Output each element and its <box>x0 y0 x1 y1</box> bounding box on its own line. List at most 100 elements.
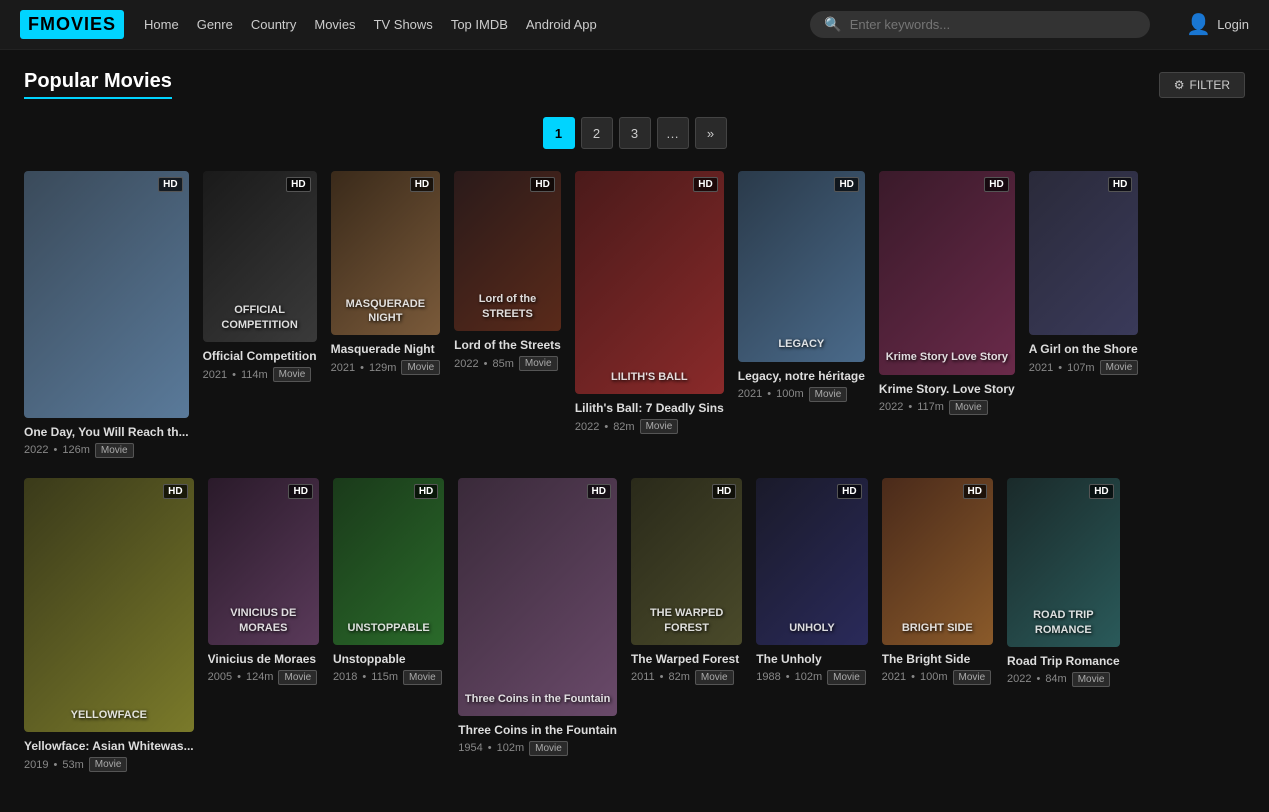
movie-title: Road Trip Romance <box>1007 654 1120 668</box>
movie-card[interactable]: HD UNSTOPPABLE Unstoppable 2018 • 115m M… <box>333 478 444 772</box>
movie-dot: • <box>484 358 488 370</box>
movie-duration: 117m <box>917 401 944 413</box>
movie-card[interactable]: HD MASQUERADE NIGHT Masquerade Night 202… <box>331 171 441 458</box>
movie-title: One Day, You Will Reach th... <box>24 425 189 439</box>
movie-card[interactable]: HD Three Coins in the Fountain Three Coi… <box>458 478 617 772</box>
search-bar[interactable]: 🔍 <box>810 11 1150 38</box>
movie-poster: HD THE WARPED FOREST <box>631 478 742 645</box>
movie-card[interactable]: HD Krime Story Love Story Krime Story. L… <box>879 171 1015 458</box>
login-area[interactable]: 👤 Login <box>1186 12 1249 37</box>
movie-card[interactable]: HD UNHOLY The Unholy 1988 • 102m Movie <box>756 478 867 772</box>
poster-text: Lord of the STREETS <box>454 292 561 321</box>
nav-topidb[interactable]: Top IMDB <box>451 17 508 32</box>
search-input[interactable] <box>850 17 1137 32</box>
page-btn-dots[interactable]: … <box>657 117 689 149</box>
movie-card[interactable]: HD ROAD TRIP ROMANCE Road Trip Romance 2… <box>1007 478 1120 772</box>
movie-card[interactable]: HD LILITH'S BALL Lilith's Ball: 7 Deadly… <box>575 171 724 458</box>
nav-movies[interactable]: Movies <box>314 17 355 32</box>
movie-meta: 2022 • 117m Movie <box>879 400 1015 415</box>
movie-card[interactable]: HD Lord of the STREETS Lord of the Stree… <box>454 171 561 458</box>
poster-text: Three Coins in the Fountain <box>458 692 617 706</box>
movie-title: Masquerade Night <box>331 342 441 356</box>
movie-title: Vinicius de Moraes <box>208 652 319 666</box>
movie-dot: • <box>53 444 57 456</box>
movie-card[interactable]: HD THE WARPED FOREST The Warped Forest 2… <box>631 478 742 772</box>
page-title: Popular Movies <box>24 70 172 99</box>
movie-duration: 102m <box>497 742 525 754</box>
movie-tag: Movie <box>403 670 442 685</box>
movie-poster: HD OFFICIAL COMPETITION <box>203 171 317 342</box>
movie-duration: 85m <box>493 358 514 370</box>
movie-meta: 1954 • 102m Movie <box>458 741 617 756</box>
movie-tag: Movie <box>640 419 679 434</box>
movie-dot: • <box>786 671 790 683</box>
movie-poster: HD LILITH'S BALL <box>575 171 724 394</box>
movie-meta: 2022 • 85m Movie <box>454 356 561 371</box>
movie-title: Krime Story. Love Story <box>879 382 1015 396</box>
movie-year: 2022 <box>454 358 478 370</box>
movie-meta: 2021 • 100m Movie <box>738 387 865 402</box>
hd-badge: HD <box>288 484 312 499</box>
movie-title: The Warped Forest <box>631 652 742 666</box>
movie-meta: 2011 • 82m Movie <box>631 670 742 685</box>
movie-card[interactable]: HD OFFICIAL COMPETITION Official Competi… <box>203 171 317 458</box>
logo[interactable]: FMOVIES <box>20 10 124 39</box>
movie-card[interactable]: HD One Day, You Will Reach th... 2022 • … <box>24 171 189 458</box>
movie-title: Lilith's Ball: 7 Deadly Sins <box>575 401 724 415</box>
filter-button[interactable]: ⚙ FILTER <box>1159 72 1245 98</box>
movie-year: 2021 <box>1029 362 1053 374</box>
movie-meta: 2022 • 82m Movie <box>575 419 724 434</box>
movie-poster: HD LEGACY <box>738 171 865 362</box>
nav-genre[interactable]: Genre <box>197 17 233 32</box>
movie-tag: Movie <box>519 356 558 371</box>
page-btn-next[interactable]: » <box>695 117 727 149</box>
nav-home[interactable]: Home <box>144 17 179 32</box>
login-label[interactable]: Login <box>1217 17 1249 32</box>
movie-dot: • <box>237 671 241 683</box>
nav-links: Home Genre Country Movies TV Shows Top I… <box>144 17 597 32</box>
poster-text: OFFICIAL COMPETITION <box>203 303 317 332</box>
movie-dot: • <box>604 421 608 433</box>
movie-tag: Movie <box>953 670 992 685</box>
movie-meta: 2005 • 124m Movie <box>208 670 319 685</box>
movie-meta: 2022 • 126m Movie <box>24 443 189 458</box>
page-btn-1[interactable]: 1 <box>543 117 575 149</box>
movie-duration: 115m <box>371 671 398 683</box>
poster-text: LILITH'S BALL <box>575 370 724 384</box>
movie-card[interactable]: HD A Girl on the Shore 2021 • 107m Movie <box>1029 171 1139 458</box>
movie-poster: HD ROAD TRIP ROMANCE <box>1007 478 1120 647</box>
movie-card[interactable]: HD YELLOWFACE Yellowface: Asian Whitewas… <box>24 478 194 772</box>
nav-android[interactable]: Android App <box>526 17 597 32</box>
movie-card[interactable]: HD BRIGHT SIDE The Bright Side 2021 • 10… <box>882 478 993 772</box>
poster-text: UNHOLY <box>756 621 867 635</box>
movie-poster: HD VINICIUS DE MORAES <box>208 478 319 645</box>
nav-country[interactable]: Country <box>251 17 297 32</box>
movie-card[interactable]: HD LEGACY Legacy, notre héritage 2021 • … <box>738 171 865 458</box>
movie-dot: • <box>488 742 492 754</box>
movie-meta: 2021 • 114m Movie <box>203 367 317 382</box>
poster-text: BRIGHT SIDE <box>882 621 993 635</box>
movie-poster: HD Krime Story Love Story <box>879 171 1015 375</box>
filter-label: FILTER <box>1190 78 1230 92</box>
hd-badge: HD <box>837 484 861 499</box>
header-row: Popular Movies ⚙ FILTER <box>24 70 1245 99</box>
movie-duration: 129m <box>369 362 397 374</box>
movie-duration: 82m <box>668 671 689 683</box>
movie-dot: • <box>660 671 664 683</box>
poster-text: UNSTOPPABLE <box>333 621 444 635</box>
movie-year: 2022 <box>24 444 48 456</box>
hd-badge: HD <box>834 177 858 192</box>
movie-poster: HD MASQUERADE NIGHT <box>331 171 441 335</box>
nav-tvshows[interactable]: TV Shows <box>374 17 433 32</box>
movie-meta: 2021 • 129m Movie <box>331 360 441 375</box>
hd-badge: HD <box>158 177 182 192</box>
movie-card[interactable]: HD VINICIUS DE MORAES Vinicius de Moraes… <box>208 478 319 772</box>
movie-poster: HD <box>1029 171 1139 335</box>
movie-tag: Movie <box>809 387 848 402</box>
movie-year: 2022 <box>575 421 599 433</box>
movie-meta: 2019 • 53m Movie <box>24 757 194 772</box>
page-btn-3[interactable]: 3 <box>619 117 651 149</box>
movie-year: 1988 <box>756 671 780 683</box>
page-btn-2[interactable]: 2 <box>581 117 613 149</box>
poster-text: Krime Story Love Story <box>879 350 1015 364</box>
